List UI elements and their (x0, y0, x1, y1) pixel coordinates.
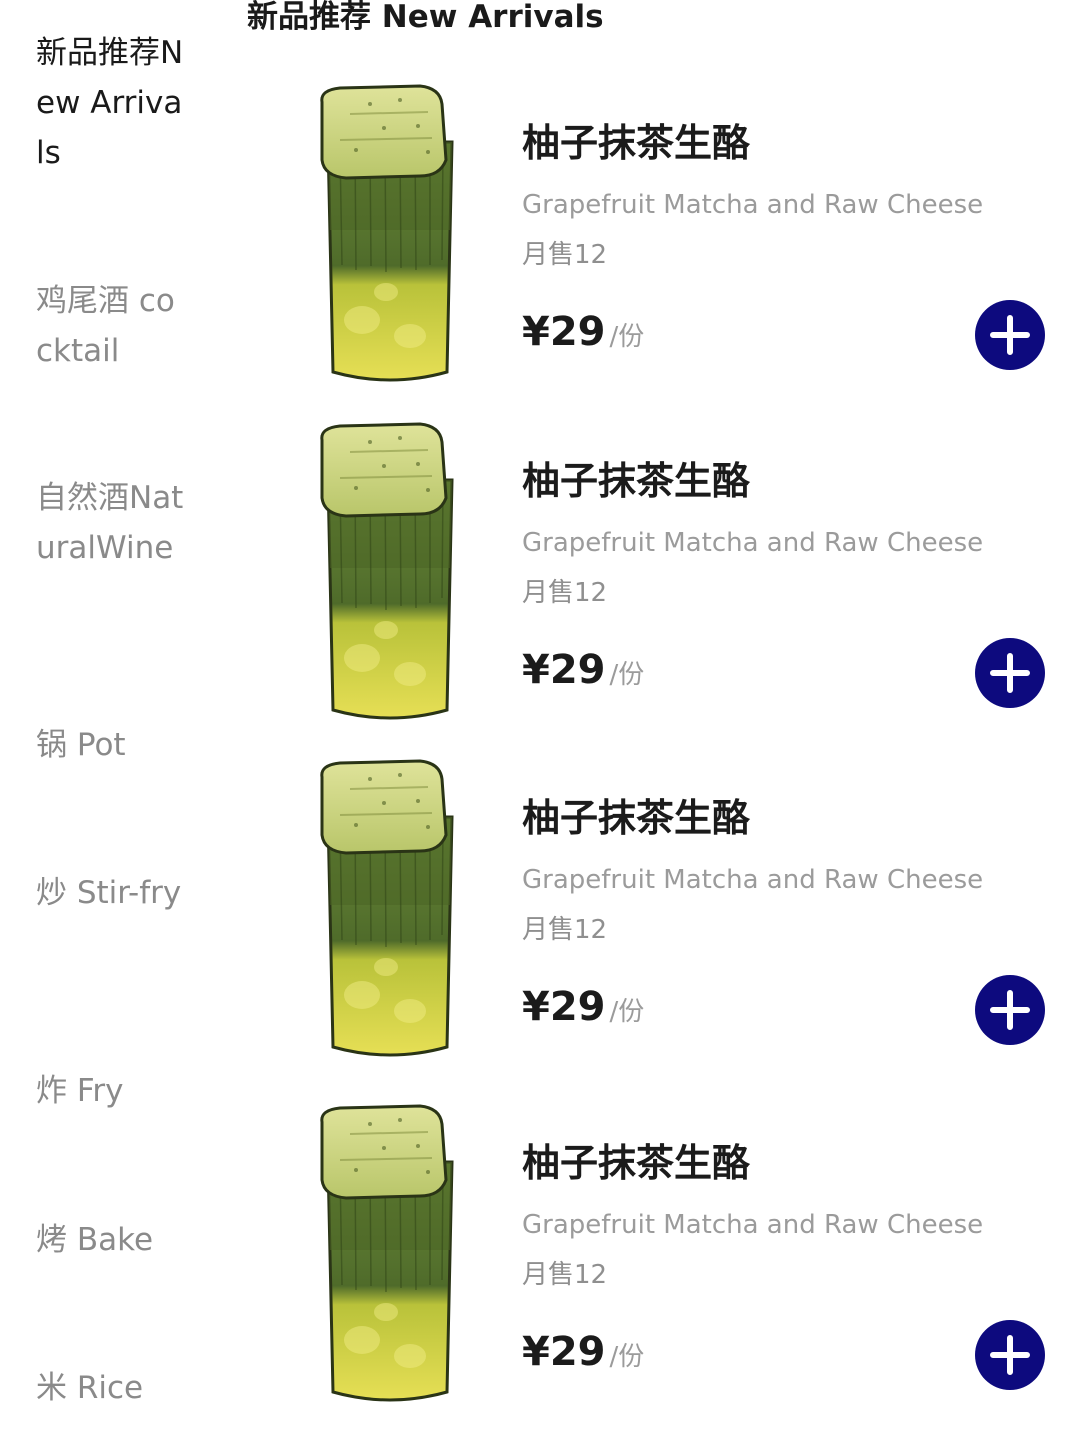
category-new-arrivals[interactable]: 新品推荐New Arrivals (36, 28, 186, 178)
product-price: ¥29/份 (522, 644, 644, 701)
product-subtitle: Grapefruit Matcha and Raw Cheese (522, 865, 984, 895)
product-subtitle: Grapefruit Matcha and Raw Cheese (522, 528, 984, 558)
product-sales: 月售12 (522, 915, 608, 945)
product-card[interactable]: 柚子抹茶生酪 Grapefruit Matcha and Raw Cheese … (300, 80, 1060, 400)
plus-icon (975, 975, 1045, 1045)
product-name: 柚子抹茶生酪 (522, 121, 751, 165)
plus-icon (975, 300, 1045, 370)
category-stir-fry[interactable]: 炒 Stir-fry (36, 868, 186, 918)
price-value: ¥29 (522, 1329, 606, 1375)
category-fry[interactable]: 炸 Fry (36, 1066, 186, 1116)
section-title: 新品推荐 New Arrivals (247, 0, 604, 35)
product-image (300, 80, 480, 390)
product-name: 柚子抹茶生酪 (522, 459, 751, 503)
category-bake[interactable]: 烤 Bake (36, 1215, 186, 1265)
price-unit: /份 (609, 1342, 645, 1372)
product-price: ¥29/份 (522, 306, 644, 363)
category-natural-wine[interactable]: 自然酒NaturalWine (36, 473, 186, 573)
price-value: ¥29 (522, 309, 606, 355)
add-to-cart-button[interactable] (975, 975, 1045, 1045)
product-sales: 月售12 (522, 240, 608, 270)
product-sales: 月售12 (522, 1260, 608, 1290)
price-value: ¥29 (522, 984, 606, 1030)
price-unit: /份 (609, 997, 645, 1027)
product-subtitle: Grapefruit Matcha and Raw Cheese (522, 1210, 984, 1240)
price-unit: /份 (609, 660, 645, 690)
product-subtitle: Grapefruit Matcha and Raw Cheese (522, 190, 984, 220)
product-name: 柚子抹茶生酪 (522, 1141, 751, 1185)
add-to-cart-button[interactable] (975, 300, 1045, 370)
product-card[interactable]: 柚子抹茶生酪 Grapefruit Matcha and Raw Cheese … (300, 755, 1060, 1075)
category-sidebar: 新品推荐New Arrivals 鸡尾酒 cocktail 自然酒Natural… (0, 0, 230, 1440)
category-cocktail[interactable]: 鸡尾酒 cocktail (36, 276, 186, 376)
product-image (300, 755, 480, 1065)
category-pot[interactable]: 锅 Pot (36, 720, 186, 770)
price-value: ¥29 (522, 647, 606, 693)
product-name: 柚子抹茶生酪 (522, 796, 751, 840)
product-card[interactable]: 柚子抹茶生酪 Grapefruit Matcha and Raw Cheese … (300, 418, 1060, 738)
plus-icon (975, 638, 1045, 708)
add-to-cart-button[interactable] (975, 638, 1045, 708)
product-image (300, 1100, 480, 1410)
add-to-cart-button[interactable] (975, 1320, 1045, 1390)
price-unit: /份 (609, 322, 645, 352)
product-image (300, 418, 480, 728)
product-sales: 月售12 (522, 578, 608, 608)
product-price: ¥29/份 (522, 1326, 644, 1383)
category-rice[interactable]: 米 Rice (36, 1363, 186, 1413)
plus-icon (975, 1320, 1045, 1390)
product-card[interactable]: 柚子抹茶生酪 Grapefruit Matcha and Raw Cheese … (300, 1100, 1060, 1420)
product-price: ¥29/份 (522, 981, 644, 1038)
